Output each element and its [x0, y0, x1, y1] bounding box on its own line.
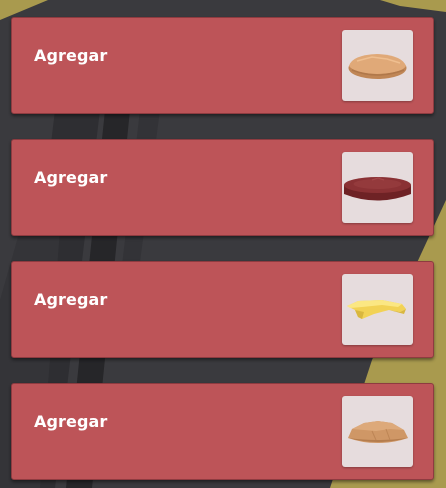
- meat-patty-icon: [344, 177, 411, 201]
- ingredient-list: Agregar Agregar Agregar Agregar: [11, 17, 434, 480]
- ingredient-thumbnail: [342, 396, 413, 467]
- ingredient-thumbnail: [342, 30, 413, 101]
- add-bun-bottom-button[interactable]: Agregar: [11, 383, 434, 480]
- add-meat-patty-button[interactable]: Agregar: [11, 139, 434, 236]
- add-label: Agregar: [34, 412, 108, 431]
- ingredient-thumbnail: [342, 152, 413, 223]
- add-label: Agregar: [34, 168, 108, 187]
- ingredient-thumbnail: [342, 274, 413, 345]
- bun-bottom-icon: [348, 421, 408, 443]
- add-label: Agregar: [34, 290, 108, 309]
- bun-top-icon: [348, 54, 407, 79]
- add-label: Agregar: [34, 46, 108, 65]
- cheese-slice-icon: [347, 300, 406, 319]
- add-bun-top-button[interactable]: Agregar: [11, 17, 434, 114]
- add-cheese-button[interactable]: Agregar: [11, 261, 434, 358]
